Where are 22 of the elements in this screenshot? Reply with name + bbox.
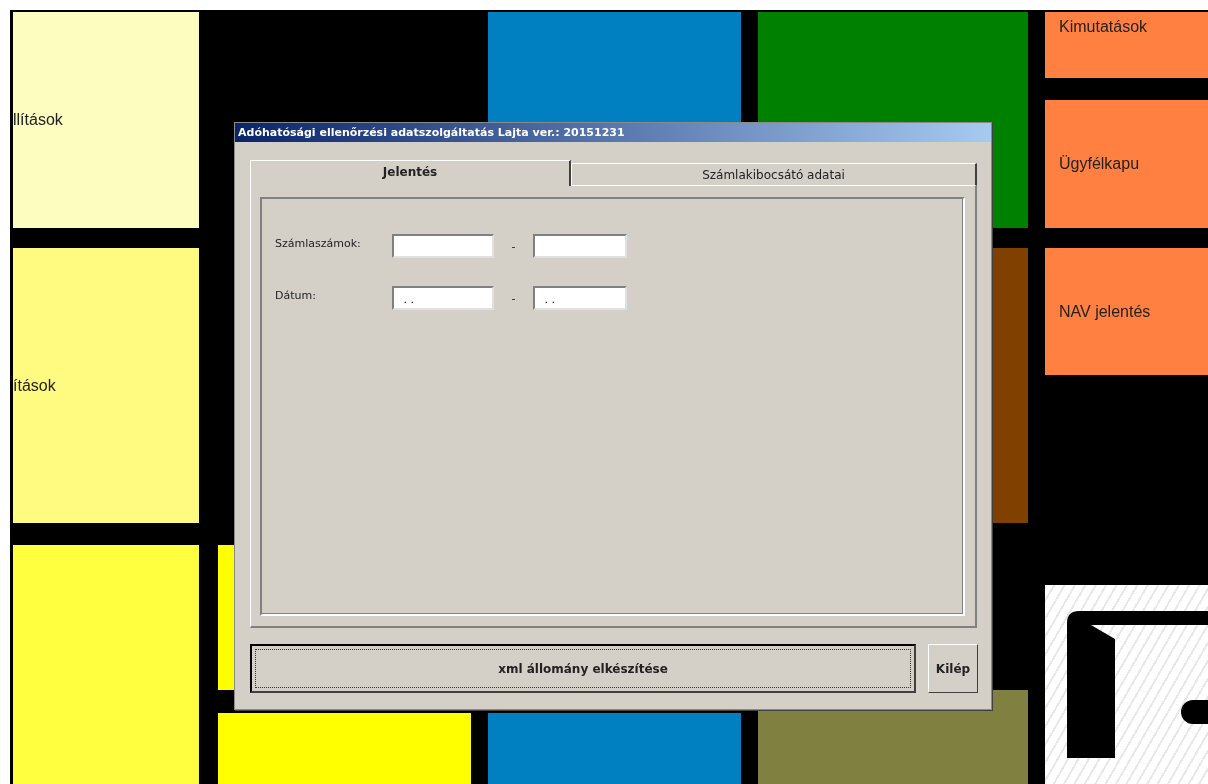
input-field[interactable]: . . xyxy=(533,286,627,310)
window-title: Adóhatósági ellenőrzési adatszolgáltatás Lajta ver.: 20151231 xyxy=(235,123,991,142)
exit-button[interactable]: Kilép xyxy=(928,644,978,693)
range-dash: - xyxy=(510,291,517,305)
field-label: Dátum: xyxy=(275,288,317,302)
input-field[interactable] xyxy=(392,234,494,258)
input-field[interactable]: . . xyxy=(392,286,494,310)
menu-tile[interactable]: Kimutatások xyxy=(1045,12,1208,78)
exit-tile[interactable] xyxy=(1045,585,1208,784)
menu-tile[interactable]: Ügyfélkapu xyxy=(1045,100,1208,228)
tab[interactable]: Jelentés xyxy=(250,160,571,186)
input-field[interactable] xyxy=(533,234,627,258)
menu-tile[interactable]: ítások xyxy=(13,248,199,523)
range-dash: - xyxy=(510,239,517,253)
menu-tile[interactable]: llítások xyxy=(13,12,199,228)
menu-tile[interactable] xyxy=(13,545,199,784)
menu-tile[interactable]: NAV jelentés xyxy=(1045,248,1208,375)
menu-tile[interactable] xyxy=(488,713,741,784)
menu-tile[interactable] xyxy=(218,713,471,784)
field-label: Számlaszámok: xyxy=(275,236,362,250)
generate-button[interactable]: xml állomány elkészítése xyxy=(250,644,916,693)
tab[interactable]: Számlakibocsátó adatai xyxy=(571,163,977,186)
